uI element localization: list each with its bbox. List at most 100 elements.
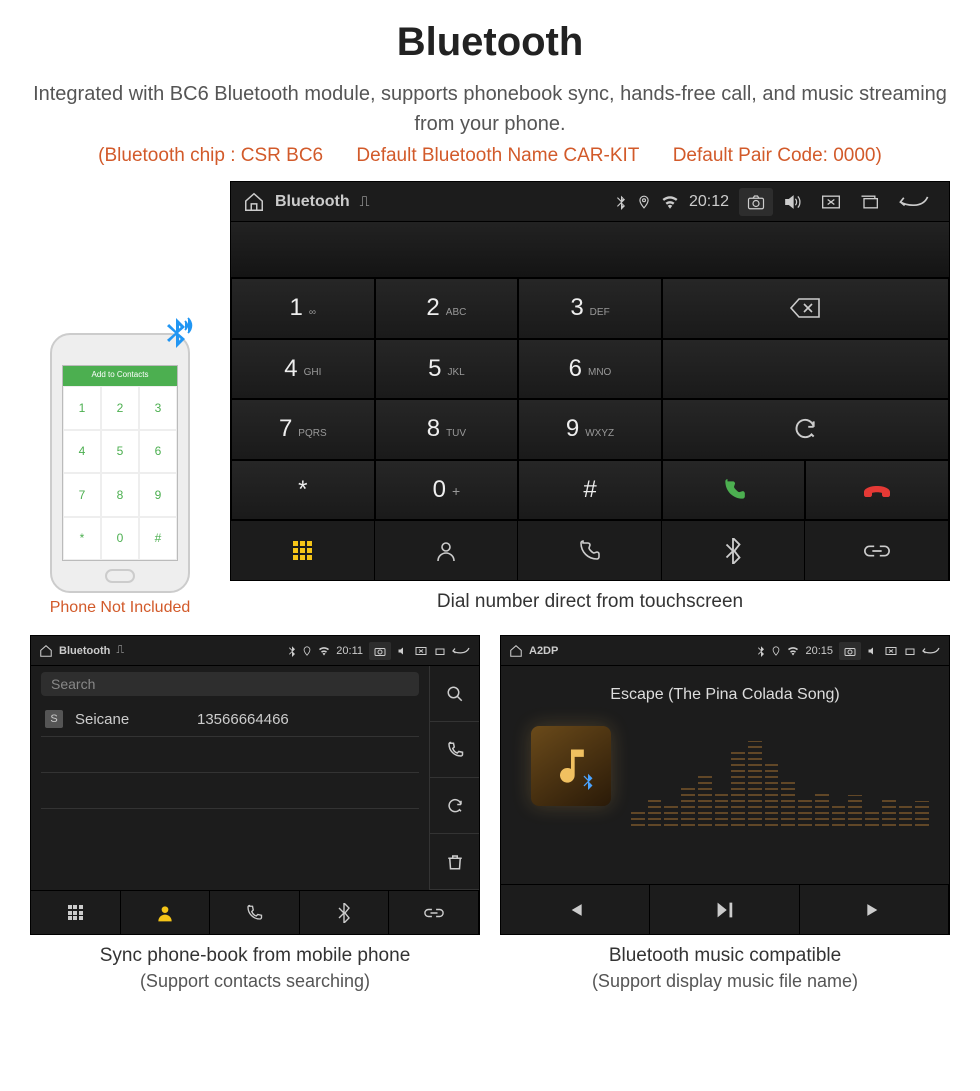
contact-list: S Seicane 13566664466 — [31, 702, 429, 845]
audio-visualizer — [631, 736, 929, 826]
key-redial[interactable] — [662, 399, 949, 460]
close-app-icon[interactable] — [885, 646, 897, 656]
music-body: Escape (The Pina Colada Song) — [501, 666, 949, 884]
status-title: A2DP — [529, 645, 558, 657]
recent-apps-icon[interactable] — [433, 646, 445, 656]
spec-chip: (Bluetooth chip : CSR BC6 — [98, 145, 323, 166]
nav-pair[interactable] — [805, 521, 949, 580]
contacts-screen: Bluetooth ⎍ 20:11 Search — [30, 635, 480, 935]
nav-pair[interactable] — [389, 891, 479, 934]
status-bar: Bluetooth ⎍ 20:12 — [231, 182, 949, 222]
back-icon[interactable] — [897, 194, 937, 210]
screenshot-icon[interactable] — [369, 642, 391, 660]
music-caption-sub: (Support display music file name) — [500, 971, 950, 992]
clock-time: 20:11 — [336, 645, 363, 657]
status-title: Bluetooth — [275, 193, 350, 211]
recent-apps-icon[interactable] — [859, 194, 887, 210]
key-3[interactable]: 3DEF — [518, 278, 662, 339]
phone-mockup: Add to Contacts 123 456 789 *0# — [50, 333, 190, 593]
dial-display — [231, 222, 949, 278]
music-screen: A2DP 20:15 Escape (The Pina Colada Song) — [500, 635, 950, 935]
bluetooth-icon — [615, 194, 627, 210]
call-button[interactable] — [662, 460, 806, 521]
prev-button[interactable] — [501, 885, 650, 934]
back-icon[interactable] — [921, 646, 941, 656]
music-caption: Bluetooth music compatible — [500, 945, 950, 967]
location-icon — [637, 194, 651, 210]
key-8[interactable]: 8TUV — [375, 399, 519, 460]
key-star[interactable]: * — [231, 460, 375, 521]
status-title: Bluetooth — [59, 645, 110, 657]
bluetooth-signal-icon — [158, 315, 194, 351]
close-app-icon[interactable] — [415, 646, 427, 656]
location-icon — [771, 645, 781, 657]
search-input[interactable]: Search — [41, 672, 419, 696]
home-icon[interactable] — [509, 644, 523, 658]
phone-caption: Phone Not Included — [30, 599, 210, 617]
bluetooth-icon — [757, 645, 765, 657]
back-icon[interactable] — [451, 646, 471, 656]
nav-keypad[interactable] — [31, 891, 121, 934]
screenshot-icon[interactable] — [839, 642, 861, 660]
key-backspace[interactable] — [662, 278, 949, 339]
nav-recent-calls[interactable] — [518, 521, 662, 580]
key-empty1 — [662, 339, 949, 400]
wifi-icon — [787, 646, 799, 656]
nav-keypad[interactable] — [231, 521, 375, 580]
screenshot-icon[interactable] — [739, 188, 773, 216]
close-app-icon[interactable] — [821, 194, 849, 210]
next-button[interactable] — [800, 885, 949, 934]
volume-icon[interactable] — [783, 194, 811, 210]
page-title: Bluetooth — [30, 20, 950, 65]
contact-name: Seicane — [75, 711, 185, 728]
spec-line: (Bluetooth chip : CSR BC6 Default Blueto… — [30, 145, 950, 167]
page-description: Integrated with BC6 Bluetooth module, su… — [30, 79, 950, 139]
key-1[interactable]: 1∞ — [231, 278, 375, 339]
contacts-caption: Sync phone-book from mobile phone — [30, 945, 480, 967]
nav-recent-calls[interactable] — [210, 891, 300, 934]
nav-contacts[interactable] — [375, 521, 519, 580]
contacts-caption-sub: (Support contacts searching) — [30, 971, 480, 992]
album-art — [531, 726, 611, 806]
key-4[interactable]: 4GHI — [231, 339, 375, 400]
nav-bluetooth[interactable] — [662, 521, 806, 580]
play-pause-button[interactable] — [650, 885, 799, 934]
contacts-bottom-nav — [31, 890, 479, 934]
action-delete[interactable] — [429, 834, 479, 890]
hangup-button[interactable] — [805, 460, 949, 521]
key-9[interactable]: 9WXYZ — [518, 399, 662, 460]
bluetooth-icon — [288, 645, 296, 657]
action-call[interactable] — [429, 722, 479, 778]
music-status-bar: A2DP 20:15 — [501, 636, 949, 666]
dial-keypad: 1∞ 2ABC 3DEF 4GHI 5JKL 6MNO 7PQRS 8TUV 9… — [231, 278, 949, 520]
dialer-caption: Dial number direct from touchscreen — [230, 591, 950, 613]
contact-row-empty — [41, 773, 419, 809]
spec-name: Default Bluetooth Name CAR-KIT — [356, 145, 639, 166]
key-hash[interactable]: # — [518, 460, 662, 521]
volume-icon[interactable] — [867, 646, 879, 656]
nav-bluetooth[interactable] — [300, 891, 390, 934]
nav-contacts[interactable] — [121, 891, 211, 934]
usb-icon: ⎍ — [360, 193, 370, 210]
clock-time: 20:15 — [805, 645, 833, 657]
contact-number: 13566664466 — [197, 711, 289, 728]
side-actions — [429, 666, 479, 890]
recent-apps-icon[interactable] — [903, 646, 915, 656]
key-0[interactable]: 0+ — [375, 460, 519, 521]
phone-screen-header: Add to Contacts — [63, 366, 177, 386]
spec-code: Default Pair Code: 0000) — [673, 145, 882, 166]
home-icon[interactable] — [243, 191, 265, 213]
key-6[interactable]: 6MNO — [518, 339, 662, 400]
dialer-screen: Bluetooth ⎍ 20:12 — [230, 181, 950, 581]
action-sync[interactable] — [429, 778, 479, 834]
key-2[interactable]: 2ABC — [375, 278, 519, 339]
key-5[interactable]: 5JKL — [375, 339, 519, 400]
key-7[interactable]: 7PQRS — [231, 399, 375, 460]
home-icon[interactable] — [39, 644, 53, 658]
contact-row-empty — [41, 809, 419, 845]
contact-row[interactable]: S Seicane 13566664466 — [41, 702, 419, 737]
volume-icon[interactable] — [397, 646, 409, 656]
action-search[interactable] — [429, 666, 479, 722]
location-icon — [302, 645, 312, 657]
contact-row-empty — [41, 737, 419, 773]
